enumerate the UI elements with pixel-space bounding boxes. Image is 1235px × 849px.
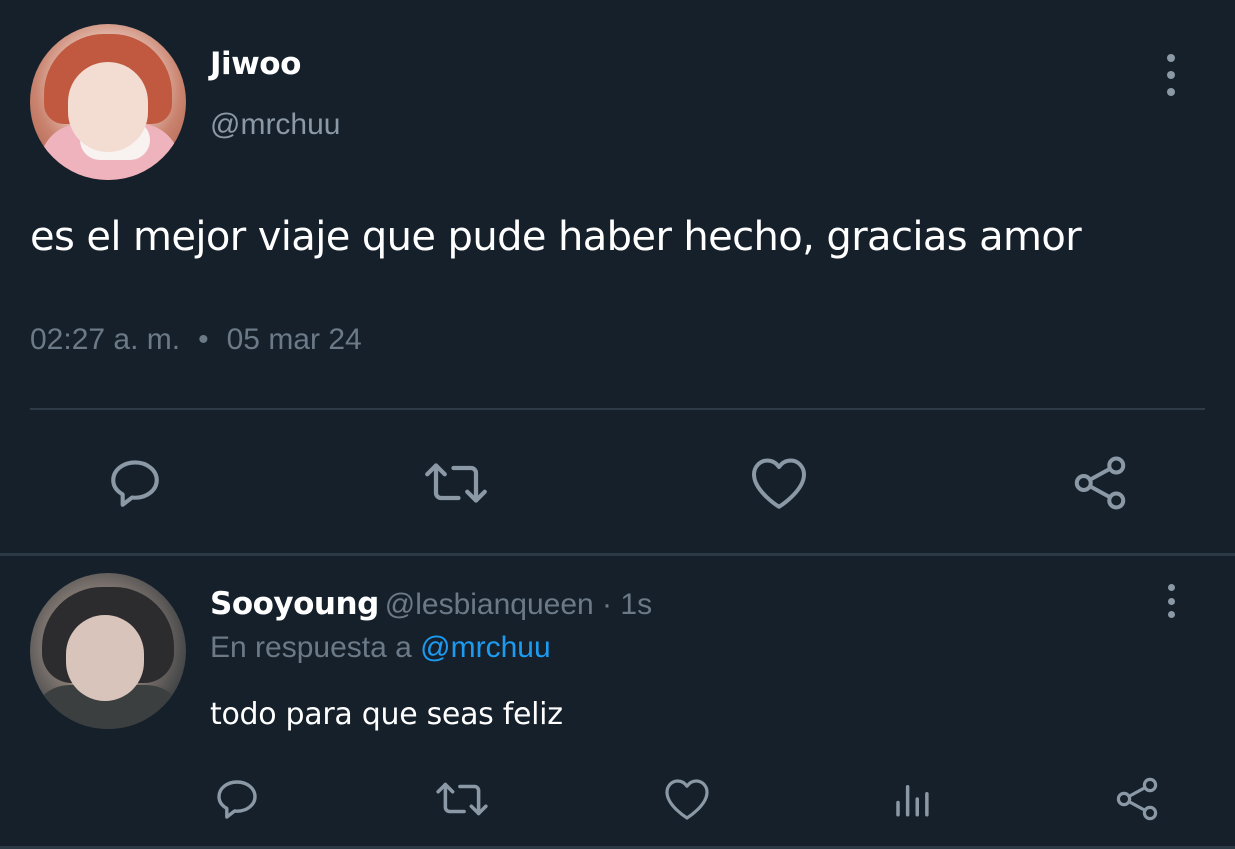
reply-button[interactable]: [100, 450, 170, 516]
retweet-arrows-icon: [436, 782, 488, 816]
reply-like-button[interactable]: [658, 774, 716, 824]
like-button[interactable]: [744, 450, 814, 516]
divider: [30, 408, 1205, 410]
tweet-timestamp[interactable]: 02:27 a. m. • 05 mar 24: [30, 323, 362, 357]
reply-retweet-button[interactable]: [432, 774, 492, 824]
reply-author-avatar[interactable]: [30, 573, 186, 729]
meta-separator: •: [198, 323, 209, 356]
more-options-icon[interactable]: [1156, 54, 1186, 96]
share-nodes-icon: [1116, 777, 1158, 821]
speech-bubble-icon: [111, 460, 159, 507]
author-handle[interactable]: @mrchuu: [210, 108, 341, 142]
avatar-face: [66, 615, 144, 701]
heart-icon: [665, 779, 709, 820]
dot: [1167, 71, 1175, 79]
reply-to-line: En respuesta a @mrchuu: [210, 631, 551, 665]
avatar-face: [68, 62, 148, 152]
reply-time-separator: ·: [593, 588, 621, 621]
reply-views-button[interactable]: [884, 774, 940, 824]
retweet-button[interactable]: [420, 450, 492, 516]
reply-author-handle[interactable]: @lesbianqueen: [385, 588, 594, 621]
author-name[interactable]: Jiwoo: [210, 46, 301, 82]
dot: [1167, 88, 1175, 96]
retweet-arrows-icon: [425, 463, 487, 503]
dot: [1167, 54, 1175, 62]
reply-header: Sooyoung @lesbianqueen · 1s: [210, 586, 652, 622]
reply-share-button[interactable]: [1108, 774, 1166, 824]
dot: [1167, 584, 1175, 591]
share-nodes-icon: [1074, 456, 1126, 510]
dot: [1167, 597, 1175, 605]
thread-divider: [0, 553, 1235, 556]
share-button[interactable]: [1064, 450, 1136, 516]
reply-time[interactable]: 1s: [620, 588, 652, 621]
reply-author-name[interactable]: Sooyoung: [210, 586, 379, 622]
author-avatar[interactable]: [30, 24, 186, 180]
heart-icon: [752, 458, 806, 509]
reply-more-options-icon[interactable]: [1158, 584, 1184, 618]
reply-to-mention[interactable]: @mrchuu: [420, 631, 551, 664]
reply-reply-button[interactable]: [208, 774, 266, 824]
tweet-date: 05 mar 24: [226, 323, 362, 356]
bar-chart-icon: [896, 785, 929, 817]
speech-bubble-icon: [217, 780, 257, 819]
tweet-time: 02:27 a. m.: [30, 323, 181, 356]
reply-text: todo para que seas feliz: [210, 697, 563, 732]
reply-to-prefix: En respuesta a: [210, 631, 412, 664]
tweet-text: es el mejor viaje que pude haber hecho, …: [30, 214, 1082, 260]
dot: [1167, 611, 1175, 618]
